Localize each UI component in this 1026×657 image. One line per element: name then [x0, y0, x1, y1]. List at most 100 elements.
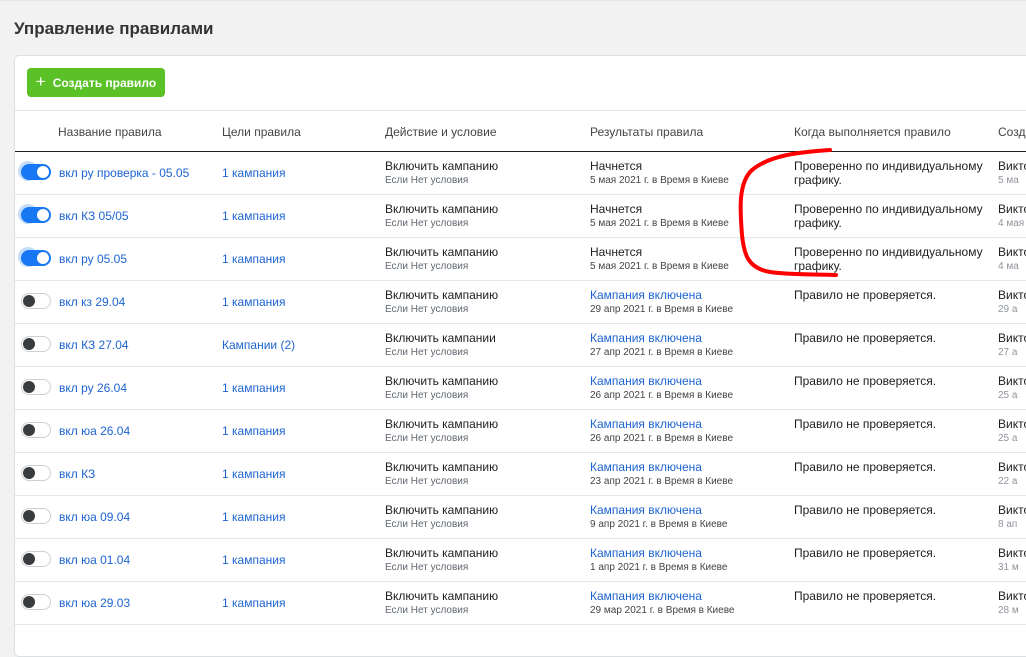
rule-result[interactable]: Кампания включена: [590, 374, 702, 388]
rule-action: Включить кампанию: [385, 589, 499, 603]
create-rule-button[interactable]: + Создать правило: [27, 68, 165, 97]
rule-creator: Викто: [998, 546, 1026, 560]
table-row: вкл кз 29.04 1 кампания Включить кампанию Е…: [15, 281, 1026, 324]
rule-created-date: 4 мая: [998, 218, 1025, 229]
rule-schedule: Правило не проверяется.: [794, 374, 937, 388]
rule-created-date: 22 а: [998, 476, 1018, 487]
rule-creator: Викто: [998, 374, 1026, 388]
rule-schedule: Правило не проверяется.: [794, 546, 937, 560]
rule-target-link[interactable]: 1 кампания: [222, 209, 285, 223]
rule-creator: Викто: [998, 331, 1026, 345]
rule-condition: Если Нет условия: [385, 562, 469, 573]
rule-target-link[interactable]: 1 кампания: [222, 252, 285, 266]
toggle-knob: [37, 252, 49, 264]
rule-toggle[interactable]: [21, 594, 51, 610]
rule-schedule: Правило не проверяется.: [794, 503, 937, 517]
rule-created-date: 28 м: [998, 605, 1019, 616]
rule-result-date: 5 мая 2021 г. в Время в Киеве: [590, 175, 729, 186]
rule-name-link[interactable]: вкл ру проверка - 05.05: [59, 166, 189, 180]
rule-toggle[interactable]: [21, 508, 51, 524]
rule-name-link[interactable]: вкл юа 01.04: [59, 553, 130, 567]
rule-action: Включить кампанию: [385, 245, 499, 259]
rule-name-link[interactable]: вкл КЗ 05/05: [59, 209, 129, 223]
rule-created-date: 5 ма: [998, 175, 1019, 186]
rule-target-link[interactable]: 1 кампания: [222, 553, 285, 567]
rule-target-link[interactable]: 1 кампания: [222, 381, 285, 395]
rule-condition: Если Нет условия: [385, 519, 469, 530]
table-header: Название правила Цели правила Действие и…: [15, 111, 1026, 152]
rule-name-link[interactable]: вкл юа 09.04: [59, 510, 130, 524]
rule-name-link[interactable]: вкл юа 29.03: [59, 596, 130, 610]
page-title: Управление правилами: [14, 19, 214, 38]
toggle-knob: [23, 381, 35, 393]
rule-schedule: Правило не проверяется.: [794, 589, 937, 603]
rule-toggle[interactable]: [21, 551, 51, 567]
rule-target-link[interactable]: 1 кампания: [222, 295, 285, 309]
rule-result: Начнется: [590, 245, 643, 259]
toggle-knob: [23, 424, 35, 436]
rule-condition: Если Нет условия: [385, 476, 469, 487]
rule-result[interactable]: Кампания включена: [590, 288, 702, 302]
rule-target-link[interactable]: 1 кампания: [222, 596, 285, 610]
rule-name-link[interactable]: вкл ру 05.05: [59, 252, 127, 266]
rule-toggle[interactable]: [21, 293, 51, 309]
column-header-action[interactable]: Действие и условие: [385, 125, 497, 139]
rule-schedule: Проверенно по индивидуальному графику.: [794, 159, 983, 187]
plus-icon: +: [35, 72, 46, 91]
rule-target-link[interactable]: 1 кампания: [222, 467, 285, 481]
rule-name-link[interactable]: вкл КЗ: [59, 467, 95, 481]
rule-toggle[interactable]: [21, 379, 51, 395]
column-header-schedule[interactable]: Когда выполняется правило: [794, 125, 951, 139]
rule-created-date: 27 а: [998, 347, 1018, 358]
rule-target-link[interactable]: 1 кампания: [222, 424, 285, 438]
rule-toggle[interactable]: [21, 465, 51, 481]
rule-action: Включить кампанию: [385, 202, 499, 216]
column-header-results[interactable]: Результаты правила: [590, 125, 703, 139]
rule-schedule: Правило не проверяется.: [794, 288, 937, 302]
rule-schedule: Проверенно по индивидуальному графику.: [794, 202, 983, 230]
rule-result[interactable]: Кампания включена: [590, 589, 702, 603]
rule-name-link[interactable]: вкл ру 26.04: [59, 381, 127, 395]
rule-action: Включить кампанию: [385, 374, 499, 388]
rule-result[interactable]: Кампания включена: [590, 460, 702, 474]
rule-schedule: Правило не проверяется.: [794, 331, 937, 345]
rule-result: Начнется: [590, 202, 643, 216]
rule-toggle[interactable]: [18, 247, 51, 267]
rule-result: Начнется: [590, 159, 643, 173]
column-header-targets[interactable]: Цели правила: [222, 125, 301, 139]
rule-action: Включить кампанию: [385, 288, 499, 302]
rule-result-date: 26 апр 2021 г. в Время в Киеве: [590, 390, 734, 401]
rule-result-date: 23 апр 2021 г. в Время в Киеве: [590, 476, 734, 487]
rule-name-link[interactable]: вкл юа 26.04: [59, 424, 130, 438]
rule-toggle[interactable]: [18, 161, 51, 181]
rules-panel: + Создать правило Название правила Цели …: [14, 55, 1026, 657]
table-row: вкл КЗ 05/05 1 кампания Включить кампанию Е…: [15, 195, 1026, 238]
toggle-knob: [23, 338, 35, 350]
rule-action: Включить кампанию: [385, 503, 499, 517]
rule-name-link[interactable]: вкл кз 29.04: [59, 295, 125, 309]
rule-result-date: 29 мар 2021 г. в Время в Киеве: [590, 605, 735, 616]
rule-action: Включить кампанию: [385, 546, 499, 560]
rule-result[interactable]: Кампания включена: [590, 331, 702, 345]
rule-target-link[interactable]: Кампании (2): [222, 338, 295, 352]
column-header-created[interactable]: Созда: [998, 125, 1026, 139]
rule-toggle[interactable]: [18, 204, 51, 224]
rule-creator: Викто: [998, 288, 1026, 302]
rule-toggle[interactable]: [21, 422, 51, 438]
rule-name-link[interactable]: вкл КЗ 27.04: [59, 338, 129, 352]
top-divider: [0, 0, 1026, 1]
rule-toggle[interactable]: [21, 336, 51, 352]
rule-condition: Если Нет условия: [385, 261, 469, 272]
rule-target-link[interactable]: 1 кампания: [222, 166, 285, 180]
rule-result[interactable]: Кампания включена: [590, 417, 702, 431]
rule-condition: Если Нет условия: [385, 433, 469, 444]
column-header-name[interactable]: Название правила: [58, 125, 162, 139]
rule-schedule: Проверенно по индивидуальному графику.: [794, 245, 983, 273]
toggle-knob: [23, 510, 35, 522]
rule-result[interactable]: Кампания включена: [590, 503, 702, 517]
rule-result[interactable]: Кампания включена: [590, 546, 702, 560]
rule-creator: Викто: [998, 503, 1026, 517]
rule-target-link[interactable]: 1 кампания: [222, 510, 285, 524]
rule-created-date: 25 а: [998, 390, 1018, 401]
rule-result-date: 29 апр 2021 г. в Время в Киеве: [590, 304, 734, 315]
